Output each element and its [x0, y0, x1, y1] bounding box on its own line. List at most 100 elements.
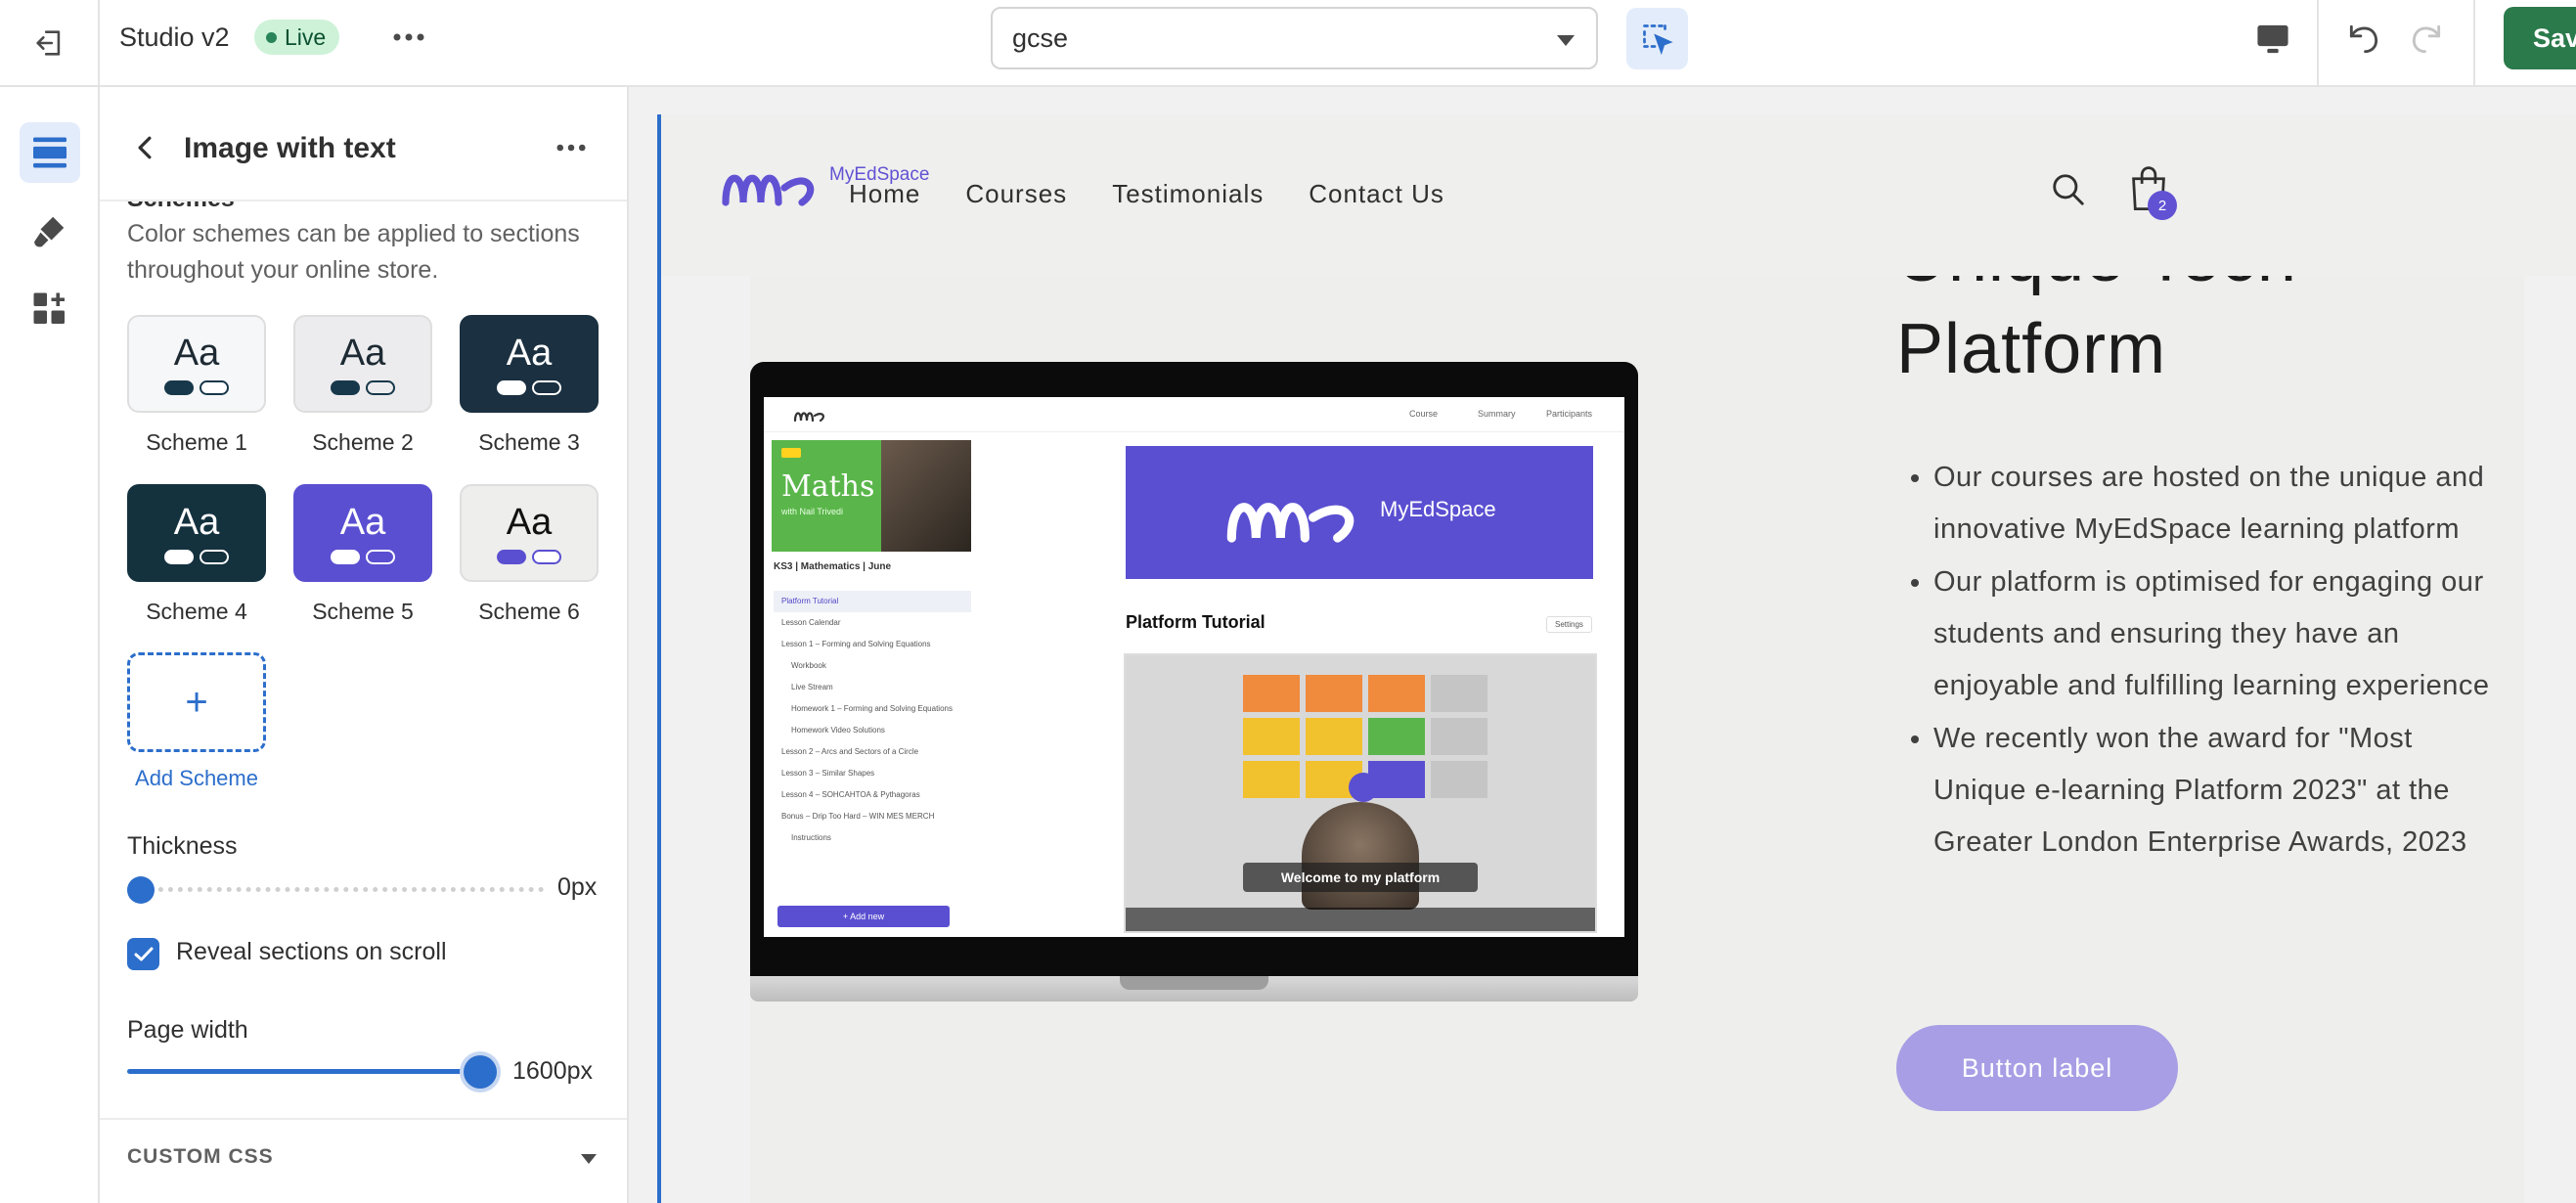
scheme-5-card[interactable]: Aa [293, 484, 432, 582]
add-scheme-button[interactable]: + [127, 652, 266, 752]
settings-panel: Image with text Schemes Color schemes ca… [100, 87, 629, 1203]
checkmark-icon [134, 947, 153, 960]
redo-button[interactable] [2403, 16, 2450, 63]
nav-link-contact[interactable]: Contact Us [1309, 179, 1444, 209]
list-item: Lesson 3 – Similar Shapes [781, 769, 875, 778]
scheme-sample-text: Aa [339, 501, 386, 543]
scheme-3-card[interactable]: Aa [460, 315, 599, 413]
mock-tile-title: Maths [781, 469, 875, 504]
scheme-3-label: Scheme 3 [478, 429, 580, 455]
chevron-down-icon [1557, 35, 1575, 46]
list-item: Our platform is optimised for engaging o… [1933, 557, 2501, 712]
list-item: Homework 1 – Forming and Solving Equatio… [791, 704, 953, 713]
more-horizontal-icon [556, 144, 586, 152]
list-item: Lesson 2 – Arcs and Sectors of a Circle [781, 747, 919, 756]
laptop-notch [1120, 976, 1268, 990]
desktop-preview-button[interactable] [2249, 18, 2296, 61]
chevron-down-icon[interactable] [581, 1154, 597, 1164]
scheme-5-label: Scheme 5 [312, 599, 414, 624]
thickness-slider-thumb[interactable] [127, 876, 155, 904]
list-item: Our courses are hosted on the unique and… [1933, 452, 2501, 556]
store-preview: Unique Tech Platform Our courses are hos… [629, 87, 2576, 1203]
divider [2317, 0, 2319, 85]
list-item: Lesson 1 – Forming and Solving Equations [781, 640, 931, 648]
mock-tag [781, 448, 801, 458]
status-badge: Live [254, 20, 340, 55]
scheme-sample-text: Aa [506, 501, 553, 543]
scheme-sample-text: Aa [339, 332, 386, 374]
top-bar: Studio v2 Live gcse Sav [0, 0, 2576, 87]
section-button[interactable]: Button label [1896, 1025, 2178, 1111]
scheme-4-label: Scheme 4 [146, 599, 247, 624]
list-item: Live Stream [791, 683, 833, 691]
mock-tutorial-title: Platform Tutorial [1126, 612, 1266, 632]
section-heading-line-2: Platform [1896, 310, 2167, 388]
thickness-slider-track[interactable] [139, 887, 544, 892]
reveal-sections-checkbox[interactable] [127, 938, 159, 970]
status-text: Live [285, 23, 327, 50]
custom-css-toggle[interactable]: CUSTOM CSS [127, 1145, 274, 1169]
save-button[interactable]: Sav [2504, 7, 2576, 69]
mock-teacher-photo [881, 440, 971, 552]
list-item: Platform Tutorial [774, 591, 971, 612]
paintbrush-icon [34, 216, 65, 247]
site-nav: Home Courses Testimonials Contact Us [849, 179, 1489, 209]
select-cursor-icon [1642, 23, 1673, 55]
template-select-value: gcse [1012, 22, 1069, 53]
selected-section-indicator [657, 114, 661, 1203]
mock-course-tile: Maths with Nail Trivedi [772, 440, 971, 552]
sections-icon [33, 137, 67, 168]
back-button[interactable] [125, 128, 164, 167]
add-scheme-link[interactable]: Add Scheme [127, 766, 266, 791]
cart-count-badge: 2 [2148, 191, 2177, 220]
exit-button[interactable] [0, 0, 100, 85]
site-header: MyEdSpace Home Courses Testimonials Cont… [661, 114, 2576, 276]
undo-button[interactable] [2340, 16, 2387, 63]
page-width-slider-track[interactable] [127, 1069, 483, 1074]
sections-button[interactable] [20, 122, 80, 183]
mock-tile-subtitle: with Nail Trivedi [781, 507, 844, 516]
mock-video-caption: Welcome to my platform [1243, 863, 1478, 892]
page-width-label: Page width [127, 1016, 248, 1044]
scheme-1-card[interactable]: Aa [127, 315, 266, 413]
template-select[interactable]: gcse [991, 7, 1598, 69]
panel-header: Image with text [100, 87, 627, 201]
nav-link-testimonials[interactable]: Testimonials [1112, 179, 1264, 209]
theme-settings-button[interactable] [20, 200, 80, 261]
site-search-button[interactable] [2050, 171, 2087, 213]
scheme-1-label: Scheme 1 [146, 429, 247, 455]
plus-icon: + [185, 680, 208, 724]
mock-video: Welcome to my platform [1124, 653, 1597, 933]
scheme-sample-text: Aa [506, 332, 553, 374]
mock-banner-text: MyEdSpace [1380, 497, 1496, 521]
page-width-slider-thumb[interactable] [464, 1055, 497, 1089]
mock-course-title: KS3 | Mathematics | June [774, 561, 892, 572]
desktop-icon [2257, 24, 2288, 54]
list-item: We recently won the award for "Most Uniq… [1933, 713, 2501, 869]
scheme-2-card[interactable]: Aa [293, 315, 432, 413]
mock-settings: Settings [1546, 616, 1592, 633]
panel-title: Image with text [184, 132, 396, 164]
live-dot-icon [266, 31, 277, 43]
list-item: Bonus – Drip Too Hard – WIN MES MERCH [781, 812, 935, 821]
scheme-6-card[interactable]: Aa [460, 484, 599, 582]
list-item: Lesson 4 – SOHCAHTOA & Pythagoras [781, 790, 920, 799]
inspector-toggle[interactable] [1626, 8, 1688, 69]
mock-tab: Course [1409, 409, 1439, 419]
section-more-button[interactable] [550, 132, 593, 163]
scheme-pills [164, 549, 229, 564]
mock-topbar: Course Summary Participants [764, 397, 1624, 432]
chevron-left-icon [138, 136, 152, 159]
store-name: Studio v2 [119, 22, 230, 52]
nav-link-home[interactable]: Home [849, 179, 920, 209]
nav-link-courses[interactable]: Courses [965, 179, 1067, 209]
more-options-button[interactable] [387, 22, 430, 53]
thickness-value: 0px [557, 873, 598, 901]
section-bullet-list: Our courses are hosted on the unique and… [1894, 452, 2501, 869]
apps-button[interactable] [20, 279, 80, 339]
scheme-4-card[interactable]: Aa [127, 484, 266, 582]
undo-icon [2349, 24, 2378, 54]
scheme-pills [497, 549, 561, 564]
schemes-description: Color schemes can be applied to sections… [127, 220, 580, 284]
image-with-text-section[interactable]: Unique Tech Platform Our courses are hos… [750, 218, 2524, 1203]
